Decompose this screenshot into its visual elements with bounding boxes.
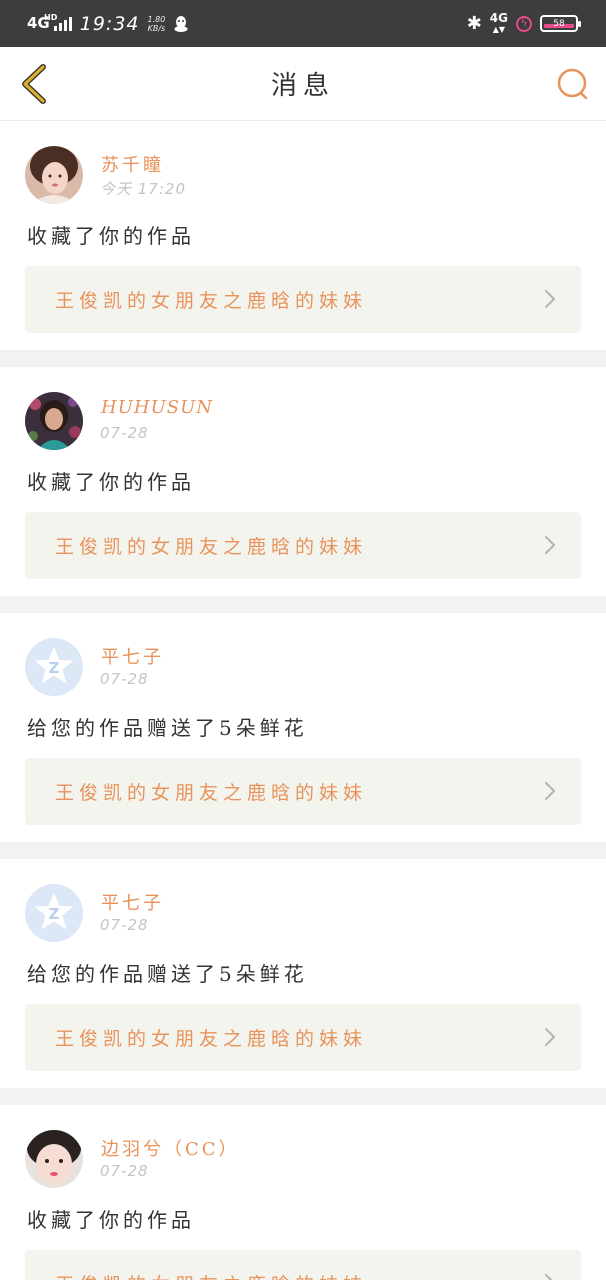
work-link[interactable]: 王俊凯的女朋友之鹿晗的妹妹 bbox=[25, 1250, 581, 1280]
search-icon bbox=[557, 68, 588, 100]
power-saving-icon: ϟ bbox=[516, 15, 532, 32]
list-item: HUHUSUN 07-28 收藏了你的作品 王俊凯的女朋友之鹿晗的妹妹 bbox=[0, 367, 606, 596]
list-item: 苏千瞳 今天 17:20 收藏了你的作品 王俊凯的女朋友之鹿晗的妹妹 bbox=[0, 121, 606, 350]
action-text: 给您的作品赠送了5朵鲜花 bbox=[27, 962, 308, 986]
user-name[interactable]: 苏千瞳 bbox=[101, 151, 164, 177]
message-list: 苏千瞳 今天 17:20 收藏了你的作品 王俊凯的女朋友之鹿晗的妹妹 HUHUS… bbox=[0, 121, 606, 1280]
action-text: 收藏了你的作品 bbox=[27, 1208, 195, 1232]
list-item: 边羽兮（CC） 07-28 收藏了你的作品 王俊凯的女朋友之鹿晗的妹妹 bbox=[0, 1105, 606, 1280]
cellular-icon: 4G ▲▼ bbox=[489, 10, 508, 34]
svg-text:Z: Z bbox=[49, 905, 60, 923]
work-title: 王俊凯的女朋友之鹿晗的妹妹 bbox=[55, 1270, 367, 1280]
page-title: 消息 bbox=[270, 71, 335, 101]
divider bbox=[0, 350, 606, 367]
work-title: 王俊凯的女朋友之鹿晗的妹妹 bbox=[55, 290, 368, 312]
network-indicator: 4G HD bbox=[27, 13, 58, 32]
work-link[interactable]: 王俊凯的女朋友之鹿晗的妹妹 bbox=[25, 266, 581, 333]
divider bbox=[0, 596, 606, 613]
chevron-right-icon bbox=[544, 781, 556, 801]
user-name[interactable]: HUHUSUN bbox=[101, 397, 213, 418]
chevron-right-icon bbox=[544, 535, 556, 555]
user-name[interactable]: 边羽兮（CC） bbox=[101, 1135, 240, 1161]
svg-text:Z: Z bbox=[49, 659, 60, 677]
default-avatar-icon[interactable]: Z bbox=[25, 638, 83, 696]
clock: 19:34 bbox=[79, 12, 140, 35]
avatar[interactable] bbox=[25, 1130, 83, 1188]
divider bbox=[0, 1088, 606, 1105]
work-title: 王俊凯的女朋友之鹿晗的妹妹 bbox=[55, 782, 368, 804]
nav-bar: 消息 bbox=[0, 47, 606, 121]
divider bbox=[0, 842, 606, 859]
work-link[interactable]: 王俊凯的女朋友之鹿晗的妹妹 bbox=[25, 758, 581, 825]
user-name[interactable]: 平七子 bbox=[101, 889, 164, 915]
search-button[interactable] bbox=[554, 65, 592, 103]
work-title: 王俊凯的女朋友之鹿晗的妹妹 bbox=[55, 536, 368, 558]
avatar[interactable] bbox=[25, 392, 83, 450]
status-bar: 4G HD 19:34 1.80 KB/s ✱ 4G ▲▼ ϟ 58 bbox=[0, 0, 606, 47]
avatar[interactable] bbox=[25, 146, 83, 204]
action-text: 给您的作品赠送了5朵鲜花 bbox=[27, 716, 308, 740]
chevron-right-icon bbox=[544, 1273, 553, 1280]
timestamp: 07-28 bbox=[100, 670, 149, 688]
work-link[interactable]: 王俊凯的女朋友之鹿晗的妹妹 bbox=[25, 1004, 581, 1071]
list-item: Z 平七子 07-28 给您的作品赠送了5朵鲜花 王俊凯的女朋友之鹿晗的妹妹 bbox=[0, 613, 606, 842]
chevron-left-icon bbox=[22, 64, 46, 104]
bluetooth-icon: ✱ bbox=[466, 13, 482, 34]
timestamp: 07-28 bbox=[100, 424, 149, 442]
back-button[interactable] bbox=[14, 61, 54, 107]
battery-icon: 58 bbox=[540, 15, 581, 32]
chevron-right-icon bbox=[544, 1027, 556, 1047]
timestamp: 07-28 bbox=[100, 916, 149, 934]
user-name[interactable]: 平七子 bbox=[101, 643, 164, 669]
action-text: 收藏了你的作品 bbox=[27, 470, 195, 494]
default-avatar-icon[interactable]: Z bbox=[25, 884, 83, 942]
timestamp: 今天 17:20 bbox=[100, 180, 186, 198]
timestamp: 07-28 bbox=[100, 1162, 149, 1180]
chevron-right-icon bbox=[544, 289, 556, 309]
network-speed: 1.80 KB/s bbox=[147, 14, 166, 33]
qq-icon bbox=[174, 15, 188, 32]
list-item: Z 平七子 07-28 给您的作品赠送了5朵鲜花 王俊凯的女朋友之鹿晗的妹妹 bbox=[0, 859, 606, 1088]
work-title: 王俊凯的女朋友之鹿晗的妹妹 bbox=[55, 1028, 368, 1050]
action-text: 收藏了你的作品 bbox=[27, 224, 195, 248]
work-link[interactable]: 王俊凯的女朋友之鹿晗的妹妹 bbox=[25, 512, 581, 579]
